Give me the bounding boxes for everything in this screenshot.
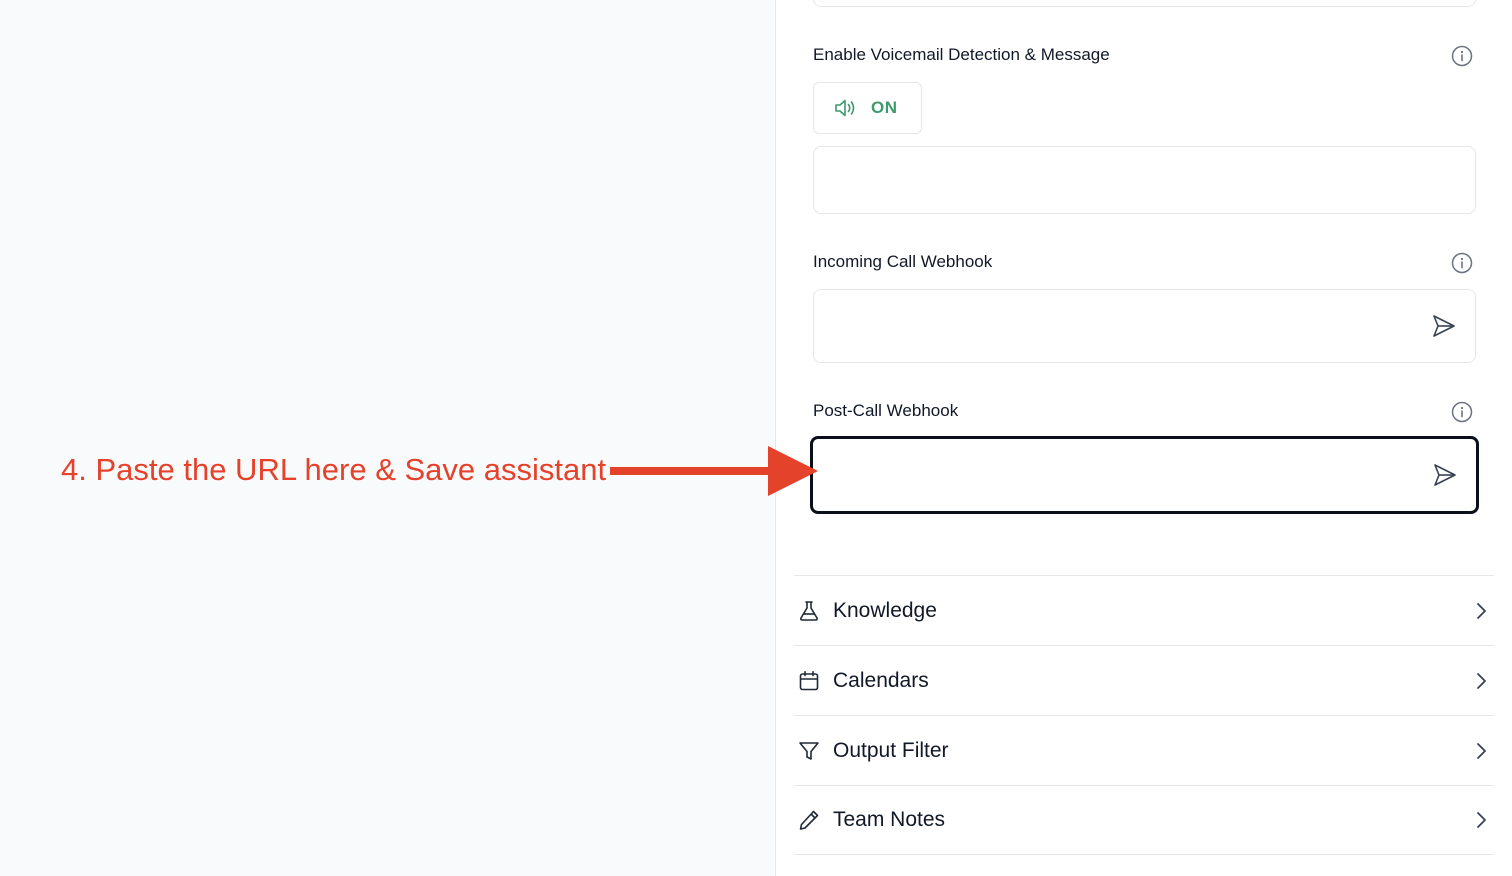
chevron-right-icon <box>1477 812 1486 828</box>
section-calendars[interactable]: Calendars <box>794 645 1494 715</box>
section-list: Knowledge Calendars Output Filter Team N… <box>794 575 1494 855</box>
filter-icon <box>796 738 822 764</box>
incoming-webhook-input[interactable] <box>813 289 1476 363</box>
info-icon[interactable] <box>1451 45 1473 67</box>
chevron-right-icon <box>1477 672 1486 689</box>
incoming-webhook-label: Incoming Call Webhook <box>813 252 993 271</box>
info-icon[interactable] <box>1451 401 1473 423</box>
info-icon[interactable] <box>1451 252 1473 274</box>
annotation-arrow-icon <box>610 446 818 496</box>
voicemail-message-input[interactable] <box>813 146 1476 214</box>
section-team-notes[interactable]: Team Notes <box>794 785 1494 855</box>
toggle-state: ON <box>871 98 898 117</box>
chevron-right-icon <box>1477 742 1486 759</box>
chevron-right-icon <box>1477 602 1486 619</box>
voicemail-toggle[interactable]: ON <box>813 82 922 134</box>
tutorial-annotation: 4. Paste the URL here & Save assistant <box>61 452 607 487</box>
voicemail-label: Enable Voicemail Detection & Message <box>813 45 1110 64</box>
section-label: Calendars <box>833 668 929 692</box>
section-label: Team Notes <box>833 808 946 831</box>
flask-icon <box>796 598 822 624</box>
send-icon[interactable] <box>1431 313 1457 339</box>
previous-field[interactable] <box>813 0 1476 7</box>
speaker-icon <box>835 99 855 117</box>
left-pane <box>0 0 775 876</box>
section-label: Output Filter <box>833 738 949 762</box>
send-icon[interactable] <box>1432 462 1458 488</box>
pencil-icon <box>796 807 822 833</box>
calendar-icon <box>796 668 822 694</box>
post-call-webhook-label: Post-Call Webhook <box>813 401 959 420</box>
settings-panel: Enable Voicemail Detection & Message ON … <box>775 0 1512 876</box>
section-label: Knowledge <box>833 598 937 622</box>
section-output-filter[interactable]: Output Filter <box>794 715 1494 785</box>
section-knowledge[interactable]: Knowledge <box>794 575 1494 645</box>
post-call-webhook-input[interactable] <box>810 436 1479 514</box>
